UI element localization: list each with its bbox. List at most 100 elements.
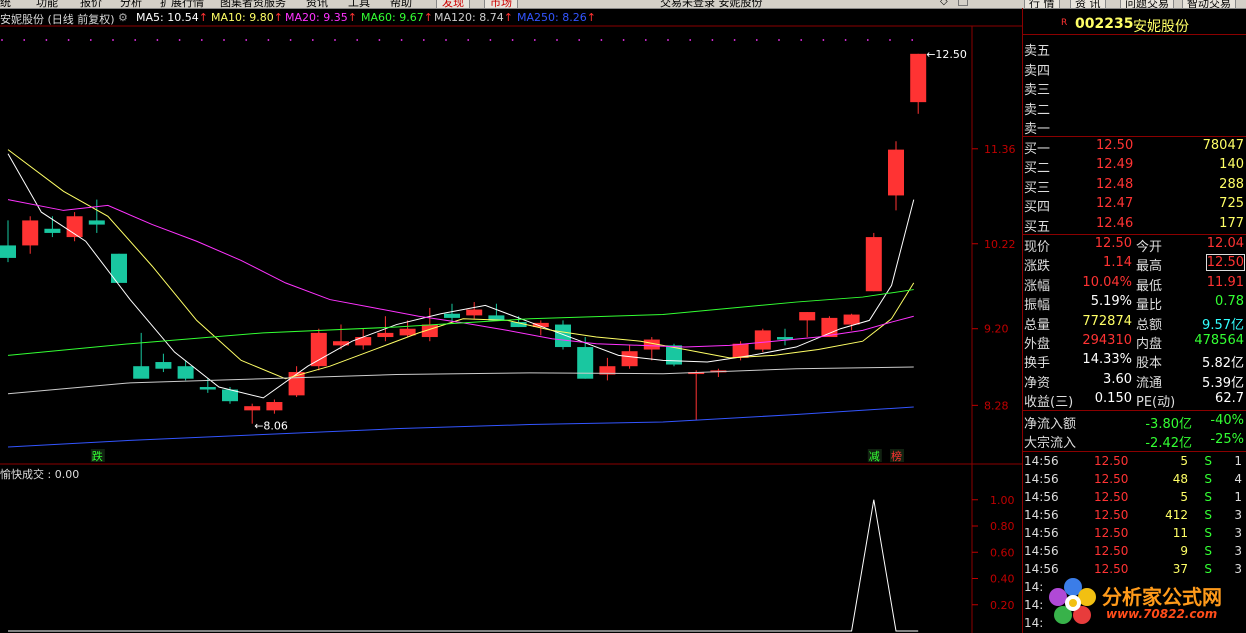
stat-row: 外盘 294310 内盘 478564 bbox=[1024, 333, 1244, 352]
candle-body[interactable] bbox=[555, 324, 571, 348]
sub-y-tick-label: 0.40 bbox=[990, 573, 1015, 586]
candle-body[interactable] bbox=[177, 366, 194, 379]
signal-dot bbox=[134, 39, 137, 41]
stat-label: 涨跌 bbox=[1024, 259, 1051, 275]
bid-row[interactable]: 买二 12.49 140 bbox=[1024, 157, 1244, 177]
stat-row: 涨幅 10.04% 最低 11.91 bbox=[1024, 275, 1244, 294]
candle-body[interactable] bbox=[133, 366, 150, 379]
stat-label: 振幅 bbox=[1024, 298, 1051, 314]
stat-value: 62.7 bbox=[1215, 391, 1244, 407]
signal-dot bbox=[667, 39, 669, 41]
signal-marker: 减 bbox=[869, 450, 880, 463]
candle-body[interactable] bbox=[466, 309, 483, 316]
watermark-title: 分析家公式网 bbox=[1102, 585, 1222, 609]
ma-line-ma5 bbox=[7, 153, 915, 399]
stat-value: 0.78 bbox=[1215, 294, 1244, 310]
signal-dot bbox=[200, 39, 203, 41]
candle-body[interactable] bbox=[621, 351, 638, 367]
candle-body[interactable] bbox=[377, 332, 394, 338]
y-tick-label: 9.20 bbox=[984, 323, 1009, 336]
tick-row[interactable]: 14:56 12.50 48 S 4 bbox=[1024, 472, 1244, 489]
tick-side: S bbox=[1204, 526, 1212, 540]
signal-dot bbox=[755, 39, 758, 41]
stat-row: 总量 772874 总额 9.57亿 bbox=[1024, 314, 1244, 333]
bid-row[interactable]: 买三 12.48 288 bbox=[1024, 177, 1244, 196]
stat-label: 最高 bbox=[1136, 259, 1163, 275]
candle-body[interactable] bbox=[865, 237, 882, 292]
candle-body[interactable] bbox=[754, 330, 771, 350]
signal-dot bbox=[889, 39, 891, 41]
stat-value: 14.33% bbox=[1082, 352, 1132, 368]
tick-row[interactable]: 14:56 12.50 5 S 1 bbox=[1024, 490, 1244, 507]
stat-label: 收益(三) bbox=[1024, 395, 1074, 411]
candle-body[interactable] bbox=[355, 337, 372, 346]
tick-row[interactable]: 14:56 12.50 412 S 3 bbox=[1024, 508, 1244, 525]
candle-body[interactable] bbox=[88, 220, 105, 225]
tick-volume: 5 bbox=[1180, 490, 1188, 504]
stat-row: 净资 3.60 流通 5.39亿 bbox=[1024, 371, 1244, 391]
tick-time: 14:56 bbox=[1024, 526, 1059, 540]
signal-dot bbox=[489, 39, 492, 41]
tick-row[interactable]: 14:56 12.50 5 S 1 bbox=[1024, 454, 1244, 471]
bid-price: 12.47 bbox=[1096, 196, 1134, 212]
watermark-flower-icon bbox=[1046, 575, 1100, 629]
bid-row[interactable]: 买四 12.47 725 bbox=[1024, 196, 1244, 215]
candle-body[interactable] bbox=[111, 253, 127, 283]
y-tick-label: 11.36 bbox=[984, 143, 1016, 156]
candle-body[interactable] bbox=[244, 406, 261, 411]
sub-y-tick-label: 0.60 bbox=[990, 546, 1015, 559]
candle-body[interactable] bbox=[155, 362, 172, 369]
bid-row[interactable]: 买一 12.50 78047 bbox=[1024, 138, 1244, 157]
stat-row: 振幅 5.19% 量比 0.78 bbox=[1024, 294, 1244, 314]
candle-body[interactable] bbox=[44, 228, 61, 233]
ma-line-ma10 bbox=[7, 149, 915, 380]
tick-row[interactable]: 14:56 12.50 11 S 3 bbox=[1024, 526, 1244, 543]
price-annotation: ←12.50 bbox=[926, 48, 967, 61]
candle-body[interactable] bbox=[910, 53, 927, 103]
sub-y-tick-label: 0.20 bbox=[990, 599, 1015, 612]
bid-label: 买五 bbox=[1024, 219, 1051, 235]
divider bbox=[1022, 234, 1246, 235]
signal-marker: 跌 bbox=[92, 449, 103, 463]
margin-flag: R bbox=[1061, 18, 1068, 28]
tick-side: S bbox=[1204, 472, 1212, 486]
stat-value: 5.82亿 bbox=[1202, 356, 1244, 372]
candle-body[interactable] bbox=[0, 245, 16, 258]
stat-label: 总额 bbox=[1136, 317, 1163, 333]
candle-body[interactable] bbox=[799, 312, 816, 321]
candle-body[interactable] bbox=[577, 347, 594, 379]
tick-time: 14:56 bbox=[1024, 490, 1059, 504]
candle-body[interactable] bbox=[843, 314, 860, 325]
kline-chart[interactable]: 8.28 9.20 10.22 11.36 ←8.06 ←12.50 跌 减榜 0.20 0.40… bbox=[0, 0, 1022, 633]
flow-value: -2.42亿 bbox=[1145, 436, 1192, 452]
stat-value: 3.60 bbox=[1103, 371, 1132, 387]
signal-dot bbox=[578, 39, 581, 41]
signal-dot bbox=[822, 39, 825, 41]
capital-flow-row: 净流入额 -3.80亿 -40% bbox=[1024, 413, 1244, 432]
tick-row[interactable]: 14:56 12.50 9 S 3 bbox=[1024, 544, 1244, 561]
stat-value: 478564 bbox=[1194, 333, 1244, 348]
signal-dot bbox=[311, 39, 314, 41]
stat-label: 最低 bbox=[1136, 278, 1163, 294]
stock-name: 安妮股份 bbox=[1133, 19, 1189, 35]
stat-label: 换手 bbox=[1024, 356, 1051, 372]
stat-label: 外盘 bbox=[1024, 337, 1051, 352]
tick-volume: 48 bbox=[1172, 472, 1188, 486]
candle-body[interactable] bbox=[266, 402, 283, 411]
stat-label: 总量 bbox=[1024, 317, 1051, 333]
candle-body[interactable] bbox=[199, 387, 216, 390]
signal-dot bbox=[689, 39, 692, 41]
candle-body[interactable] bbox=[310, 332, 327, 367]
bid-row[interactable]: 买五 12.46 177 bbox=[1024, 216, 1244, 235]
bid-label: 买二 bbox=[1024, 161, 1051, 177]
bid-label: 买一 bbox=[1024, 142, 1051, 157]
stat-label: 今开 bbox=[1136, 240, 1163, 255]
signal-dot bbox=[800, 39, 803, 41]
candle-body[interactable] bbox=[444, 313, 460, 318]
candle-body[interactable] bbox=[888, 149, 904, 196]
tick-count: 4 bbox=[1234, 472, 1242, 486]
ma-line-ma250 bbox=[7, 406, 914, 448]
candle-body[interactable] bbox=[399, 328, 416, 336]
tick-volume: 412 bbox=[1165, 508, 1188, 522]
candle-body[interactable] bbox=[22, 220, 39, 246]
